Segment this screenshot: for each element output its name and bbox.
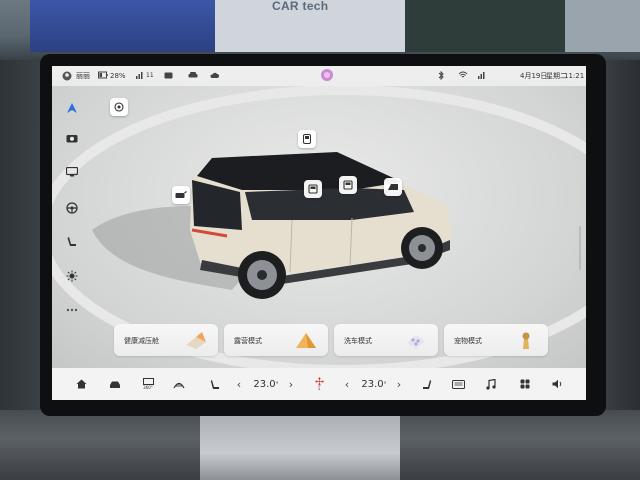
bottom-dock: 360° ‹ 23.0 ° › 1 ‹ 23.0 ° ›: [52, 368, 586, 400]
camera-icon[interactable]: [62, 128, 82, 148]
window-icon[interactable]: [384, 178, 402, 196]
status-bar: 丽丽 28% 11 4月19日 星期二 11:21: [52, 66, 586, 86]
navigation-arrow-icon[interactable]: [62, 98, 82, 118]
car-status-icon: [188, 71, 198, 82]
background-sign-text: CAR tech: [272, 0, 329, 13]
steering-wheel-icon[interactable]: [62, 198, 82, 218]
battery-level: 28%: [110, 72, 126, 80]
signal-icon: [136, 71, 145, 82]
rear-door-icon[interactable]: [304, 180, 322, 198]
right-temp-value: 23.0: [361, 378, 384, 390]
mode-card-pet[interactable]: 宠物模式: [444, 324, 548, 356]
background-sign-blue: [30, 0, 215, 52]
car-wash-icon: [407, 335, 425, 349]
wifi-icon[interactable]: [458, 71, 468, 82]
assistant-orb-icon[interactable]: [320, 68, 334, 85]
mode-card-carwash[interactable]: 洗车模式: [334, 324, 438, 356]
wellness-pod-icon: [186, 332, 206, 349]
ac-icon[interactable]: [450, 377, 466, 391]
signal-count: 11: [146, 72, 154, 79]
left-temp-up-button[interactable]: ›: [286, 377, 296, 391]
left-temp-unit: °: [275, 380, 279, 388]
fan-icon[interactable]: 1: [312, 377, 326, 391]
cloud-icon: [210, 71, 219, 82]
background-sign-right: [565, 0, 640, 52]
mobile-signal-icon: [478, 71, 487, 82]
rear-defrost-icon[interactable]: 360°: [140, 377, 156, 391]
right-temp-up-button[interactable]: ›: [394, 377, 404, 391]
user-avatar-icon[interactable]: [62, 71, 72, 84]
passenger-seat-heat-icon[interactable]: [420, 377, 434, 391]
front-door-icon[interactable]: [339, 176, 357, 194]
camera-status-icon: [164, 71, 173, 82]
driver-seat-heat-icon[interactable]: [208, 377, 222, 391]
mode-label: 露营模式: [234, 337, 262, 345]
home-icon[interactable]: [74, 377, 88, 391]
defrost-label: 360°: [143, 385, 153, 390]
battery-icon: [98, 71, 108, 82]
screen-icon[interactable]: [62, 162, 82, 182]
apps-icon[interactable]: [518, 377, 532, 391]
mode-card-wellness[interactable]: 健康减压舱: [114, 324, 218, 356]
left-temp-display: 23.0 °: [250, 377, 282, 391]
status-time: 11:21: [564, 72, 585, 80]
mode-label: 宠物模式: [454, 337, 482, 345]
user-name[interactable]: 丽丽: [76, 71, 90, 81]
mode-label: 洗车模式: [344, 337, 372, 345]
mode-label: 健康减压舱: [124, 337, 159, 345]
car-icon[interactable]: [108, 377, 122, 391]
right-temp-unit: °: [383, 380, 387, 388]
seat-icon[interactable]: [62, 232, 82, 252]
fan-speed-label: 1: [317, 386, 321, 391]
status-date: 4月19日: [520, 72, 548, 80]
sentry-camera-icon[interactable]: [110, 98, 128, 116]
front-defrost-icon[interactable]: [172, 377, 186, 391]
mode-card-camping[interactable]: 露营模式: [224, 324, 328, 356]
screen-stand: [200, 412, 400, 480]
volume-icon[interactable]: [550, 377, 564, 391]
background-sign-dark: [405, 0, 565, 52]
bluetooth-icon[interactable]: [438, 70, 444, 83]
right-temp-display: 23.0 °: [358, 377, 390, 391]
tent-icon: [296, 333, 316, 348]
right-temp-down-button[interactable]: ‹: [342, 377, 352, 391]
light-icon[interactable]: [62, 266, 82, 286]
left-temp-down-button[interactable]: ‹: [234, 377, 244, 391]
infotainment-screen: 丽丽 28% 11 4月19日 星期二 11:21 健康减压舱 露营模式 洗车模…: [52, 66, 586, 400]
pet-icon: [522, 332, 530, 349]
sunroof-icon[interactable]: [298, 130, 316, 148]
more-icon[interactable]: [62, 300, 82, 320]
tailgate-icon[interactable]: [172, 186, 190, 204]
left-temp-value: 23.0: [253, 378, 276, 390]
scroll-indicator[interactable]: [579, 226, 581, 270]
music-icon[interactable]: [484, 377, 498, 391]
